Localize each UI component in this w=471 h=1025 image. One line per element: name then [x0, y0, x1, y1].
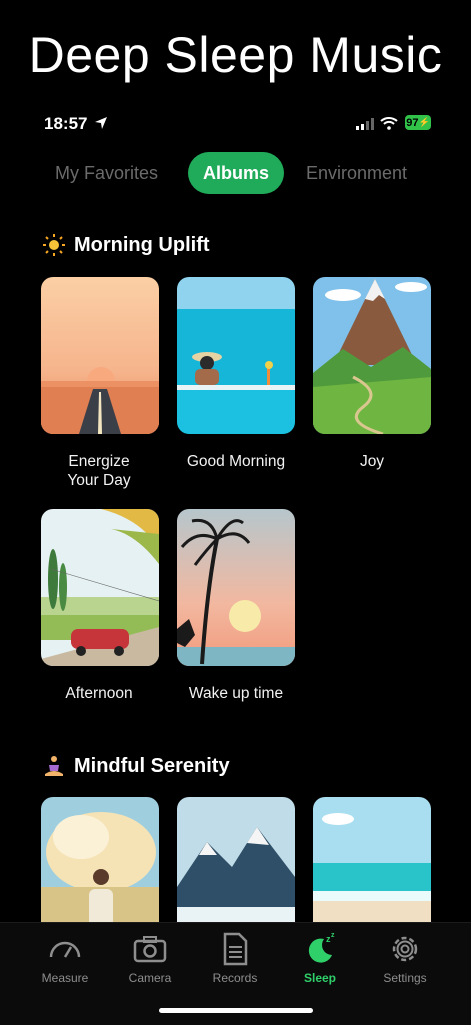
banner-title: Deep Sleep Music	[28, 27, 443, 83]
tabbar-records[interactable]: Records	[195, 931, 275, 985]
section-title-mindful-serenity: Mindful Serenity	[42, 754, 230, 778]
section-title-text: Mindful Serenity	[74, 754, 230, 777]
tab-albums[interactable]: Albums	[188, 152, 285, 194]
meditation-icon	[45, 756, 63, 776]
gear-icon	[392, 936, 418, 962]
location-arrow-icon	[95, 117, 107, 129]
gauge-icon	[49, 941, 81, 958]
album-artwork	[177, 797, 295, 927]
tabbar-sleep[interactable]: z z Sleep	[280, 931, 360, 985]
tabbar-settings[interactable]: Settings	[365, 931, 445, 985]
tab-environment[interactable]: Environment	[306, 152, 407, 194]
album-label-energize-your-day: Energize Your Day	[67, 453, 131, 489]
app-banner: Deep Sleep Music	[0, 0, 471, 110]
album-artwork	[177, 509, 295, 666]
status-bar: 18:57 97 ⚡	[0, 110, 471, 138]
album-card-serenity-3[interactable]	[313, 797, 431, 927]
album-label-joy: Joy	[359, 453, 385, 470]
tabbar-label: Sleep	[303, 971, 336, 985]
album-artwork	[313, 797, 431, 927]
album-label-afternoon: Afternoon	[65, 685, 133, 702]
album-artwork	[177, 277, 295, 434]
album-artwork	[313, 277, 431, 434]
album-card-wake-up-time[interactable]	[177, 509, 295, 666]
tabbar-label: Measure	[41, 971, 89, 985]
album-artwork	[41, 509, 159, 666]
sun-icon	[43, 234, 65, 256]
tab-my-favorites[interactable]: My Favorites	[55, 152, 158, 194]
svg-text:z: z	[331, 932, 335, 939]
camera-icon	[133, 936, 167, 963]
tabbar-label: Records	[212, 971, 258, 985]
section-title-morning-uplift: Morning Uplift	[42, 233, 210, 257]
battery-level: 97	[406, 116, 419, 129]
wifi-icon	[380, 117, 398, 130]
album-tabs: My Favorites Albums Environment	[0, 152, 471, 196]
album-card-serenity-1[interactable]	[41, 797, 159, 927]
album-card-serenity-2[interactable]	[177, 797, 295, 927]
album-card-good-morning[interactable]	[177, 277, 295, 434]
charging-bolt-icon: ⚡	[418, 117, 430, 127]
battery-icon: 97 ⚡	[405, 115, 431, 130]
album-card-energize-your-day[interactable]	[41, 277, 159, 434]
album-label-good-morning: Good Morning	[186, 453, 286, 470]
cellular-signal-icon	[356, 118, 374, 130]
album-card-joy[interactable]	[313, 277, 431, 434]
home-indicator[interactable]	[159, 1008, 313, 1013]
album-artwork	[41, 797, 159, 927]
album-card-afternoon[interactable]	[41, 509, 159, 666]
section-title-text: Morning Uplift	[74, 233, 210, 256]
moon-zzz-icon: z z	[308, 932, 335, 963]
tabbar-label: Settings	[383, 971, 427, 985]
tabbar-measure[interactable]: Measure	[25, 931, 105, 985]
tabbar-camera[interactable]: Camera	[110, 931, 190, 985]
document-icon	[223, 932, 248, 966]
tabbar-label: Camera	[128, 971, 172, 985]
status-time: 18:57	[44, 114, 88, 133]
album-artwork	[41, 277, 159, 434]
album-label-wake-up-time: Wake up time	[188, 685, 284, 702]
